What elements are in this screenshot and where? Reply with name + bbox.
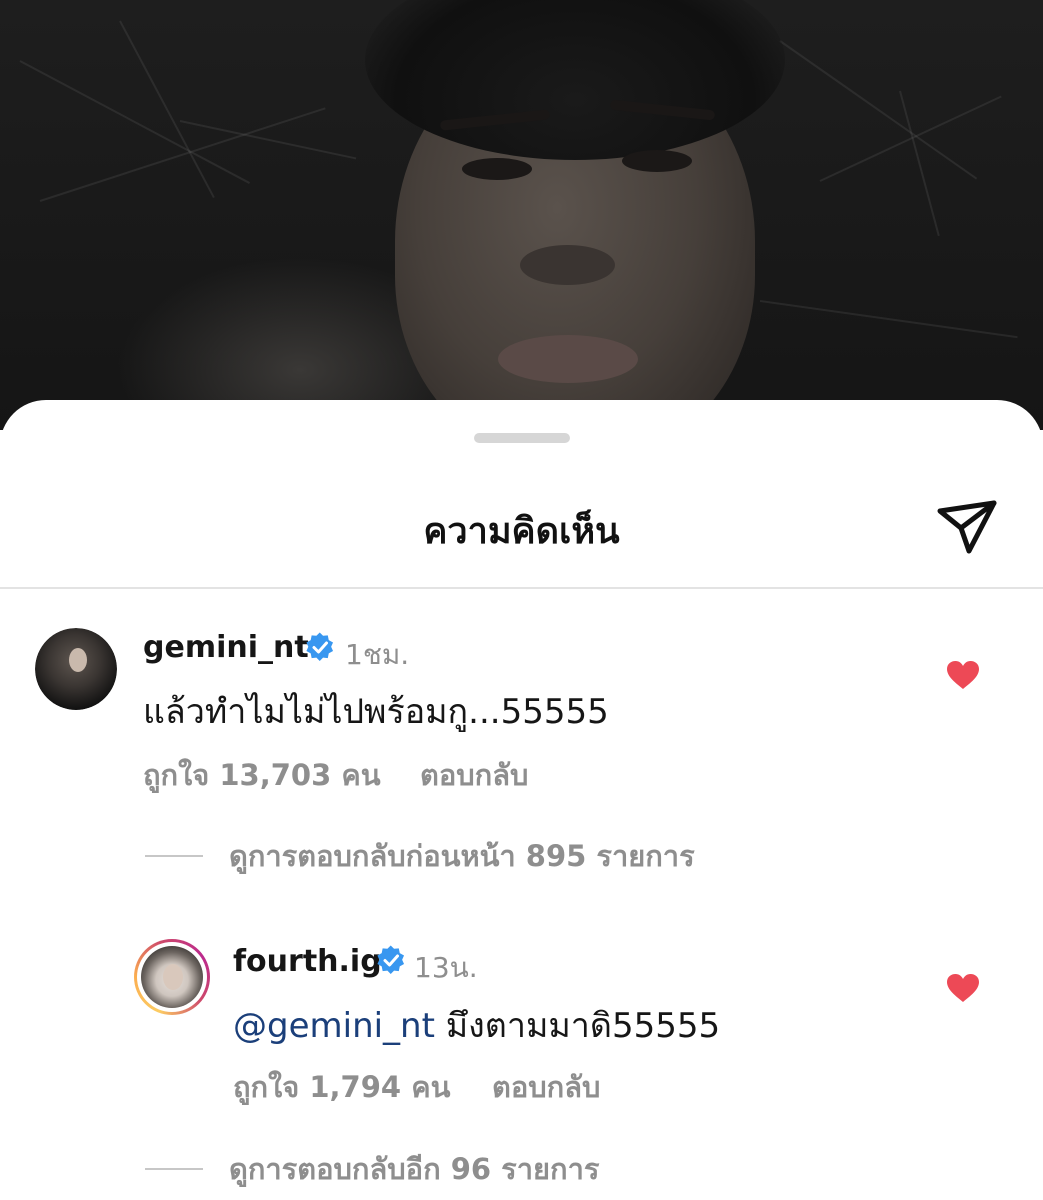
comments-sheet: ความคิดเห็น gemini_nt 1ชม. แล้วทำไมไม่ไป… [0,400,1043,1200]
view-replies-label: ดูการตอบกลับอีก 96 รายการ [229,1152,600,1186]
view-more-replies-button[interactable]: ดูการตอบกลับอีก 96 รายการ [145,1146,599,1192]
mention-link[interactable]: @gemini_nt [233,1006,435,1046]
reply-button[interactable]: ตอบกลับ [492,1064,600,1110]
heart-icon[interactable] [946,973,980,1003]
like-count[interactable]: ถูกใจ 1,794 คน [233,1064,450,1110]
post-photo [0,0,1043,430]
reply-text: @gemini_nt มึงตามมาดิ55555 [233,998,720,1052]
avatar-story-ring[interactable] [134,939,210,1015]
header-divider [0,587,1043,589]
thread-line [145,855,203,857]
heart-icon[interactable] [946,660,980,690]
sheet-drag-handle[interactable] [474,433,570,443]
reply-button[interactable]: ตอบกลับ [420,752,528,798]
reply-time: 13น. [414,951,478,984]
comment-text: แล้วทำไมไม่ไปพร้อมกู...55555 [143,692,609,732]
thread-line [145,1168,203,1170]
verified-badge-icon [377,945,405,974]
verified-badge-icon [306,632,334,661]
like-count[interactable]: ถูกใจ 13,703 คน [143,752,381,798]
share-button[interactable] [934,497,1000,557]
view-replies-label: ดูการตอบกลับก่อนหน้า 895 รายการ [229,839,695,873]
comment-username[interactable]: gemini_nt [143,630,309,665]
sheet-title: ความคิดเห็น [423,511,620,552]
comment-time: 1ชม. [345,638,410,671]
reply-username[interactable]: fourth.ig [233,944,382,979]
paper-plane-icon [937,500,997,554]
avatar[interactable] [35,628,117,710]
view-replies-button[interactable]: ดูการตอบกลับก่อนหน้า 895 รายการ [145,833,695,879]
reply-body: มึงตามมาดิ55555 [445,1006,721,1046]
